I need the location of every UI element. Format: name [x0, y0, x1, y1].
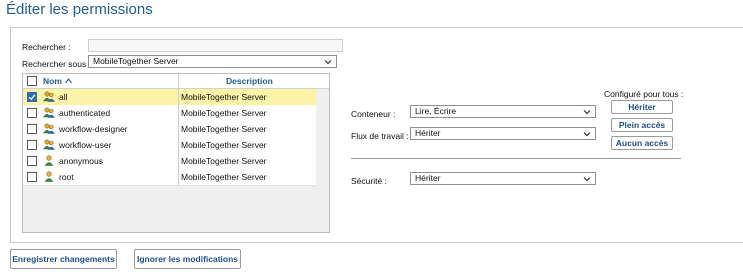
workflow-label: Flux de travail :	[351, 131, 409, 141]
select-all-checkbox[interactable]	[27, 76, 37, 86]
full-access-all-button[interactable]: Plein accès	[611, 118, 673, 132]
row-description: MobileTogether Server	[181, 124, 267, 134]
table-row[interactable]: anonymous MobileTogether Server	[23, 153, 316, 170]
container-value: Lire, Écrire	[415, 106, 457, 116]
column-header-description[interactable]: Description	[226, 76, 273, 86]
chevron-down-icon	[324, 60, 332, 65]
column-header-name[interactable]: Nom	[43, 76, 73, 86]
no-access-all-button[interactable]: Aucun accès	[611, 136, 673, 150]
search-under-select[interactable]: MobileTogether Server	[88, 55, 337, 68]
table-header: Nom Description	[23, 74, 329, 89]
user-table: Nom Description all MobileTogether Server…	[22, 73, 330, 233]
user-icon	[43, 155, 55, 166]
row-name: workflow-designer	[59, 124, 128, 134]
row-description: MobileTogether Server	[181, 140, 267, 150]
row-name: workflow-user	[59, 140, 112, 150]
row-name: root	[59, 172, 74, 182]
user-group-icon	[43, 139, 55, 150]
sort-ascending-icon	[65, 78, 73, 84]
container-select[interactable]: Lire, Écrire	[410, 105, 596, 118]
security-select[interactable]: Hériter	[410, 172, 596, 185]
chevron-down-icon	[583, 177, 591, 182]
row-description: MobileTogether Server	[181, 92, 267, 102]
configure-all-label: Configuré pour tous :	[604, 89, 684, 99]
checkmark-icon	[28, 94, 36, 101]
row-checkbox[interactable]	[27, 140, 37, 150]
row-name: anonymous	[59, 156, 103, 166]
row-checkbox[interactable]	[27, 92, 37, 102]
inherit-all-button[interactable]: Hériter	[611, 100, 673, 114]
divider	[351, 158, 681, 159]
user-group-icon	[43, 91, 55, 102]
user-icon	[43, 171, 55, 182]
chevron-down-icon	[583, 132, 591, 137]
discard-changes-button[interactable]: Ignorer les modifications	[134, 249, 241, 269]
table-row[interactable]: root MobileTogether Server	[23, 169, 316, 186]
security-value: Hériter	[415, 173, 441, 183]
container-label: Conteneur :	[351, 109, 396, 119]
row-checkbox[interactable]	[27, 108, 37, 118]
table-row[interactable]: all MobileTogether Server	[23, 89, 316, 106]
row-name: all	[59, 92, 68, 102]
row-description: MobileTogether Server	[181, 156, 267, 166]
row-checkbox[interactable]	[27, 124, 37, 134]
table-row[interactable]: workflow-designer MobileTogether Server	[23, 121, 316, 138]
security-label: Sécurité :	[351, 176, 387, 186]
table-row[interactable]: authenticated MobileTogether Server	[23, 105, 316, 122]
table-row[interactable]: workflow-user MobileTogether Server	[23, 137, 316, 154]
workflow-select[interactable]: Hériter	[410, 127, 596, 140]
search-under-value: MobileTogether Server	[93, 56, 179, 66]
row-name: authenticated	[59, 108, 111, 118]
search-label: Rechercher :	[22, 42, 71, 52]
save-changes-button[interactable]: Enregistrer changements	[10, 249, 117, 269]
chevron-down-icon	[583, 110, 591, 115]
user-group-icon	[43, 107, 55, 118]
row-description: MobileTogether Server	[181, 172, 267, 182]
search-under-label: Rechercher sous :	[22, 59, 91, 69]
page-title: Éditer les permissions	[6, 1, 153, 18]
row-description: MobileTogether Server	[181, 108, 267, 118]
row-checkbox[interactable]	[27, 172, 37, 182]
search-input[interactable]	[88, 39, 343, 52]
workflow-value: Hériter	[415, 128, 441, 138]
row-checkbox[interactable]	[27, 156, 37, 166]
user-group-icon	[43, 123, 55, 134]
